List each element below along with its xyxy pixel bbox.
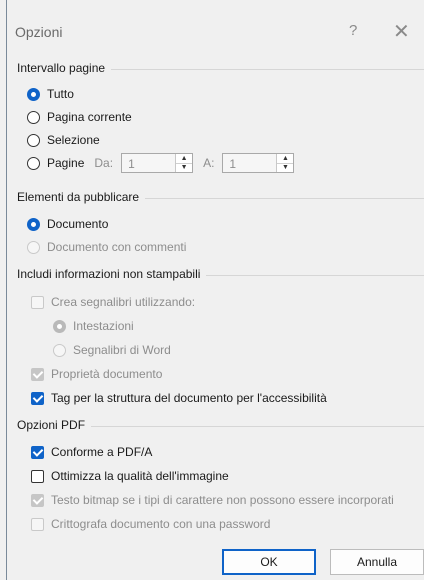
check-bitmap-text-label: Testo bitmap se i tipi di carattere non … [51,493,394,507]
section-pdf: Opzioni PDF [7,418,424,436]
check-bookmarks-label: Crea segnalibri utilizzando: [51,295,196,309]
section-publish: Elementi da pubblicare [7,190,424,208]
from-decrement-button[interactable]: ▼ [176,163,192,172]
check-encrypt-box[interactable] [31,517,44,531]
section-nonprint: Includi informazioni non stampabili [7,267,424,285]
radio-all-label: Tutto [47,87,74,101]
radio-headings-button[interactable] [53,319,66,333]
from-value: 1 [128,157,135,171]
section-title-nonprint: Includi informazioni non stampabili [17,267,207,281]
check-bitmap-text[interactable]: Testo bitmap se i tipi di carattere non … [31,490,394,510]
to-stepper[interactable]: 1 ▲ ▼ [222,153,295,173]
check-doc-properties-label: Proprietà documento [51,367,163,381]
radio-current-page-button[interactable] [27,110,40,124]
ok-button[interactable]: OK [222,549,316,575]
check-pdfa-box[interactable] [31,445,44,459]
radio-pages-label: Pagine [47,156,85,170]
check-doc-properties-box[interactable] [31,367,44,381]
radio-document-label: Documento [47,217,109,231]
help-button[interactable]: ? [349,22,357,39]
options-dialog: Opzioni ? ✕ Intervallo pagine Tutto Pagi… [6,0,424,580]
close-button[interactable]: ✕ [393,19,410,44]
check-optimize-image[interactable]: Ottimizza la qualità dell'immagine [31,466,229,486]
radio-document-comments-button[interactable] [27,240,40,254]
radio-selection[interactable]: Selezione [27,130,100,150]
check-bookmarks[interactable]: Crea segnalibri utilizzando: [31,292,195,312]
from-stepper-buttons: ▲ ▼ [175,154,193,172]
to-stepper-buttons: ▲ ▼ [276,154,294,172]
check-accessibility-tags[interactable]: Tag per la struttura del documento per l… [31,388,327,408]
check-pdfa[interactable]: Conforme a PDF/A [31,442,152,462]
from-label: Da: [94,156,114,170]
radio-headings[interactable]: Intestazioni [53,316,134,336]
check-optimize-image-label: Ottimizza la qualità dell'immagine [51,469,229,483]
check-encrypt[interactable]: Crittografa documento con una password [31,514,270,534]
radio-pages-button[interactable] [27,156,40,170]
check-optimize-image-box[interactable] [31,469,44,483]
section-title-publish: Elementi da pubblicare [17,190,146,204]
section-page-range: Intervallo pagine [7,61,424,79]
radio-current-page-label: Pagina corrente [47,110,132,124]
radio-word-bookmarks-button[interactable] [53,343,66,357]
radio-all-button[interactable] [27,87,40,101]
check-encrypt-label: Crittografa documento con una password [51,517,271,531]
radio-word-bookmarks-label: Segnalibri di Word [73,343,171,357]
section-title-page-range: Intervallo pagine [17,61,112,75]
radio-selection-button[interactable] [27,133,40,147]
check-accessibility-tags-box[interactable] [31,391,44,405]
to-label: A: [203,156,215,170]
radio-selection-label: Selezione [47,133,100,147]
to-decrement-button[interactable]: ▼ [277,163,293,172]
check-bookmarks-box[interactable] [31,295,44,309]
check-bitmap-text-box[interactable] [31,493,44,507]
radio-current-page[interactable]: Pagina corrente [27,107,132,127]
check-pdfa-label: Conforme a PDF/A [51,445,153,459]
radio-document-comments[interactable]: Documento con commenti [27,237,186,257]
radio-word-bookmarks[interactable]: Segnalibri di Word [53,340,171,360]
section-title-pdf: Opzioni PDF [17,418,92,432]
title-bar: Opzioni ? ✕ [7,0,424,50]
radio-pages[interactable]: Pagine Da: 1 ▲ ▼ A: 1 ▲ ▼ [27,153,295,173]
to-value: 1 [229,157,237,171]
check-accessibility-tags-label: Tag per la struttura del documento per l… [51,391,327,405]
dialog-title: Opzioni [15,24,63,40]
radio-document-comments-label: Documento con commenti [47,240,187,254]
radio-all[interactable]: Tutto [27,84,74,104]
cancel-button[interactable]: Annulla [330,549,424,575]
radio-document[interactable]: Documento [27,214,108,234]
from-stepper[interactable]: 1 ▲ ▼ [121,153,194,173]
check-doc-properties[interactable]: Proprietà documento [31,364,162,384]
radio-document-button[interactable] [27,217,40,231]
radio-headings-label: Intestazioni [73,319,134,333]
